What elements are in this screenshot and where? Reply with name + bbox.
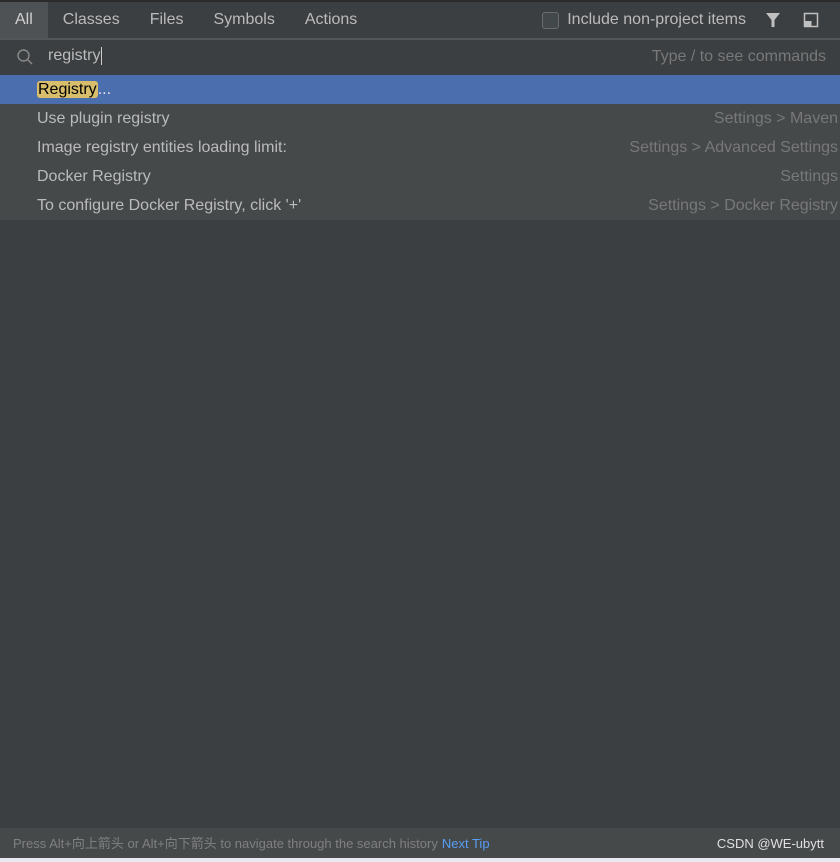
include-non-project-label[interactable]: Include non-project items	[567, 11, 746, 29]
list-item[interactable]: Image registry entities loading limit: Se…	[0, 133, 840, 162]
item-name: Docker Registry	[37, 168, 151, 185]
item-location: Settings > Maven	[713, 110, 838, 127]
next-tip-link[interactable]: Next Tip	[442, 836, 490, 851]
list-item[interactable]: Registry...	[0, 75, 840, 104]
tab-bar: All Classes Files Symbols Actions Includ…	[0, 2, 840, 38]
search-hint: Type / to see commands	[651, 48, 826, 65]
tab-all[interactable]: All	[0, 2, 48, 38]
include-non-project-checkbox[interactable]	[542, 11, 560, 29]
footer-tip: Press Alt+向上箭头 or Alt+向下箭头 to navigate t…	[13, 836, 438, 851]
bottom-edge	[0, 858, 840, 862]
search-bar[interactable]: registry Type / to see commands	[0, 40, 840, 75]
search-input[interactable]: registry	[48, 47, 103, 65]
results-list: Registry... Use plugin registry Settings …	[0, 75, 840, 220]
item-name: Image registry entities loading limit:	[37, 139, 287, 156]
item-location: Settings > Docker Registry	[648, 197, 838, 214]
tab-symbols[interactable]: Symbols	[198, 2, 289, 38]
tab-classes[interactable]: Classes	[48, 2, 135, 38]
preview-panel-icon[interactable]	[802, 11, 820, 29]
search-icon	[16, 48, 34, 71]
item-name: To configure Docker Registry, click '+'	[37, 197, 302, 214]
item-name: Use plugin registry	[37, 110, 170, 127]
list-item[interactable]: Use plugin registry Settings > Maven	[0, 104, 840, 133]
footer-bar: Press Alt+向上箭头 or Alt+向下箭头 to navigate t…	[0, 828, 840, 858]
match-highlight: Registry	[37, 81, 98, 98]
filter-icon[interactable]	[764, 11, 782, 29]
item-location: Settings > Advanced Settings	[629, 139, 838, 156]
item-suffix: ...	[97, 81, 112, 98]
list-item[interactable]: To configure Docker Registry, click '+' S…	[0, 191, 840, 220]
list-item[interactable]: Docker Registry Settings	[0, 162, 840, 191]
item-location: Settings	[780, 168, 838, 185]
watermark: CSDN @WE-ubytt	[716, 836, 824, 851]
tab-files[interactable]: Files	[135, 2, 199, 38]
tab-actions[interactable]: Actions	[290, 2, 372, 38]
